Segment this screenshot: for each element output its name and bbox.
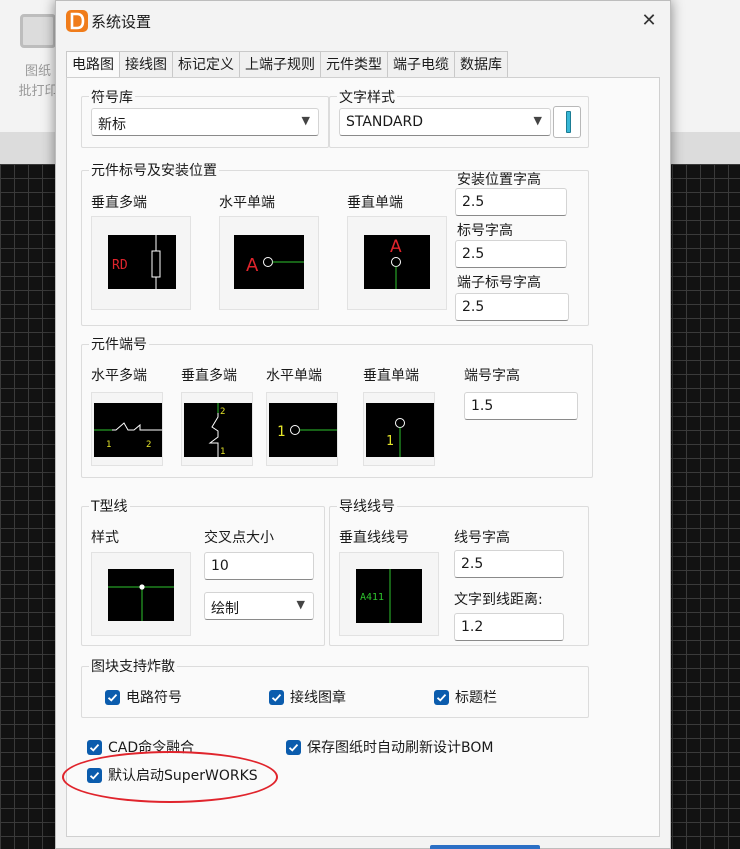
install-height-input[interactable]: 2.5 <box>455 188 567 216</box>
tab-database[interactable]: 数据库 <box>454 51 508 78</box>
terminal-horizontal-single-preview[interactable]: 1 <box>266 392 338 466</box>
text-distance-label: 文字到线距离: <box>454 592 543 608</box>
t-line-title: T型线 <box>89 496 130 516</box>
preview-rd-text: RD <box>112 258 128 273</box>
explode-circuit-symbol-checkbox[interactable]: 电路符号 <box>105 686 182 708</box>
explode-circuit-symbol-label: 电路符号 <box>126 690 182 706</box>
pen-icon <box>566 111 571 133</box>
tab-content: 符号库 新标 ▼ 文字样式 STANDARD ▼ 元件标号及安装位置 垂直多端 … <box>66 77 660 837</box>
text-distance-input[interactable]: 1.2 <box>454 613 564 641</box>
component-terminals-title: 元件端号 <box>89 334 149 354</box>
terminal-mark-height-input[interactable]: 2.5 <box>455 293 569 321</box>
wire-number-symbol: A411 <box>356 569 422 623</box>
checkbox-checked-icon <box>105 689 120 705</box>
terminal-vertical-multi-symbol: 2 1 <box>184 403 252 457</box>
preview-terminal-2: 2 <box>146 440 151 450</box>
draw-mode-select[interactable]: 绘制 ▼ <box>204 592 314 620</box>
cross-size-input[interactable]: 10 <box>204 552 314 580</box>
auto-refresh-bom-checkbox[interactable]: 保存图纸时自动刷新设计BOM <box>286 736 493 758</box>
tab-terminal-cable[interactable]: 端子电缆 <box>387 51 455 78</box>
tab-circuit-diagram[interactable]: 电路图 <box>66 51 120 79</box>
terminal-vertical-single-label: 垂直单端 <box>363 368 419 384</box>
vertical-single-preview[interactable]: A <box>347 216 447 310</box>
dialog-title: 系统设置 <box>91 13 152 31</box>
text-style-edit-button[interactable] <box>553 106 581 138</box>
terminal-vertical-single-preview[interactable]: 1 <box>363 392 435 466</box>
checkbox-checked-icon <box>286 739 301 755</box>
cross-size-label: 交叉点大小 <box>204 530 274 546</box>
terminal-vertical-single-symbol: 1 <box>366 403 434 457</box>
text-style-value: STANDARD <box>346 114 424 130</box>
terminal-height-label: 端号字高 <box>464 368 520 384</box>
horizontal-single-preview[interactable]: A <box>219 216 319 310</box>
tab-wiring-diagram[interactable]: 接线图 <box>119 51 173 78</box>
ok-button-edge[interactable] <box>430 845 540 849</box>
auto-refresh-bom-label: 保存图纸时自动刷新设计BOM <box>307 740 494 756</box>
tab-component-types[interactable]: 元件类型 <box>320 51 388 78</box>
wire-number-preview[interactable]: A411 <box>339 552 439 636</box>
horizontal-single-label: 水平单端 <box>219 195 275 211</box>
preview-terminal-1: 1 <box>106 440 111 450</box>
vertical-wire-number-label: 垂直线线号 <box>339 530 409 546</box>
system-settings-dialog: 系统设置 ✕ 电路图 接线图 标记定义 上端子规则 元件类型 端子电缆 数据库 … <box>55 0 671 849</box>
wire-number-height-input[interactable]: 2.5 <box>454 550 564 578</box>
title-bar[interactable]: 系统设置 ✕ <box>56 1 670 41</box>
vertical-single-symbol: A <box>364 235 430 289</box>
component-marks-title: 元件标号及安装位置 <box>89 160 219 180</box>
checkbox-checked-icon <box>87 739 102 755</box>
text-style-title: 文字样式 <box>337 87 397 107</box>
preview-a-text: A <box>246 255 259 276</box>
checkbox-checked-icon <box>269 689 284 705</box>
horizontal-single-symbol: A <box>234 235 304 289</box>
vertical-single-label: 垂直单端 <box>347 195 403 211</box>
explode-title-block-label: 标题栏 <box>455 690 497 706</box>
chevron-down-icon: ▼ <box>533 114 542 127</box>
preview-a-vertical-text: A <box>390 237 402 257</box>
close-button[interactable]: ✕ <box>634 7 664 35</box>
terminal-horizontal-single-symbol: 1 <box>269 403 337 457</box>
terminal-horizontal-multi-symbol: 1 2 <box>94 403 162 457</box>
preview-terminal-1-vertical: 1 <box>220 447 225 457</box>
terminal-vertical-multi-label: 垂直多端 <box>181 368 237 384</box>
text-style-select[interactable]: STANDARD ▼ <box>339 108 551 136</box>
mark-height-input[interactable]: 2.5 <box>455 240 567 268</box>
preview-terminal-2-vertical: 2 <box>220 407 225 417</box>
vertical-multi-symbol: RD <box>108 235 176 289</box>
wire-number-height-label: 线号字高 <box>454 530 510 546</box>
t-line-style-preview[interactable] <box>91 552 191 636</box>
tab-mark-definition[interactable]: 标记定义 <box>172 51 240 78</box>
checkbox-checked-icon <box>434 689 449 705</box>
explode-wiring-stamp-checkbox[interactable]: 接线图章 <box>269 686 346 708</box>
preview-wire-text: A411 <box>360 592 384 603</box>
chevron-down-icon: ▼ <box>301 114 310 127</box>
terminal-vertical-multi-preview[interactable]: 2 1 <box>181 392 253 466</box>
mark-height-label: 标号字高 <box>457 223 513 239</box>
install-height-label: 安装位置字高 <box>457 172 541 188</box>
app-logo-icon <box>66 10 88 32</box>
red-highlight-ellipse <box>62 751 278 803</box>
terminal-height-input[interactable]: 1.5 <box>464 392 578 420</box>
preview-terminal-1-h: 1 <box>277 424 285 440</box>
vertical-multi-label: 垂直多端 <box>91 195 147 211</box>
wire-number-title: 导线线号 <box>337 496 397 516</box>
draw-mode-value: 绘制 <box>211 601 239 617</box>
terminal-horizontal-multi-preview[interactable]: 1 2 <box>91 392 163 466</box>
terminal-horizontal-single-label: 水平单端 <box>266 368 322 384</box>
t-line-style-label: 样式 <box>91 530 119 546</box>
printer-icon <box>20 14 56 48</box>
terminal-horizontal-multi-label: 水平多端 <box>91 368 147 384</box>
preview-terminal-1-v: 1 <box>386 434 394 449</box>
symbol-lib-select[interactable]: 新标 ▼ <box>91 108 319 136</box>
explode-title-block-checkbox[interactable]: 标题栏 <box>434 686 497 708</box>
t-line-symbol <box>108 569 174 621</box>
terminal-mark-height-label: 端子标号字高 <box>457 275 541 291</box>
chevron-down-icon: ▼ <box>296 598 305 611</box>
tab-terminal-rules[interactable]: 上端子规则 <box>239 51 321 78</box>
vertical-multi-preview[interactable]: RD <box>91 216 191 310</box>
symbol-lib-value: 新标 <box>98 117 126 133</box>
symbol-lib-title: 符号库 <box>89 87 135 107</box>
tab-bar: 电路图 接线图 标记定义 上端子规则 元件类型 端子电缆 数据库 <box>66 51 508 79</box>
explode-title: 图块支持炸散 <box>89 656 177 676</box>
explode-wiring-stamp-label: 接线图章 <box>290 690 346 706</box>
